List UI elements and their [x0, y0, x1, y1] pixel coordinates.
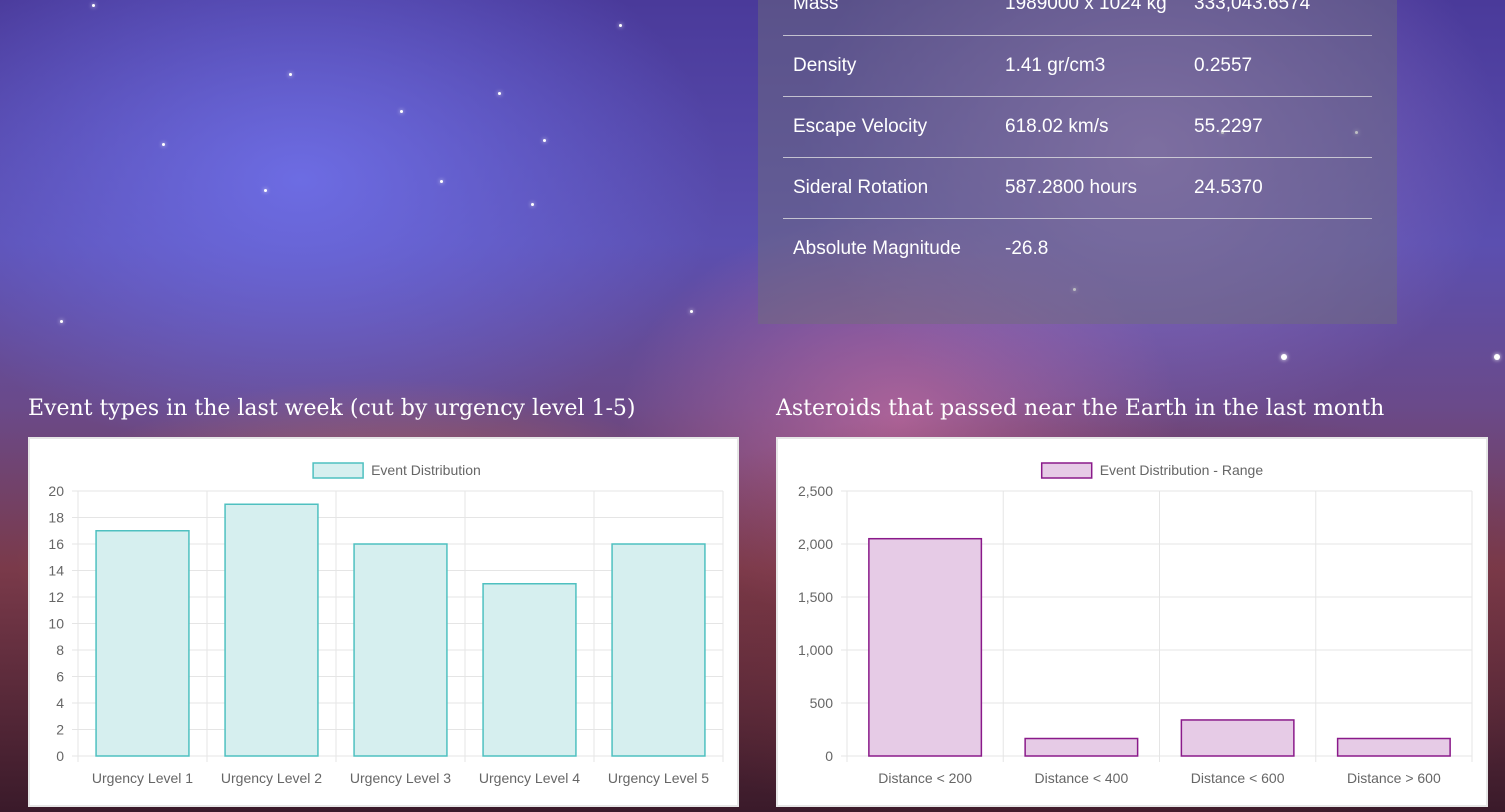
y-tick-label: 1,500	[798, 589, 833, 605]
asteroids-chart-title: Asteroids that passed near the Earth in …	[776, 396, 1385, 421]
y-tick-label: 16	[48, 536, 64, 552]
legend-label: Event Distribution	[371, 462, 481, 478]
bar	[868, 537, 983, 757]
info-property: Absolute Magnitude	[793, 237, 961, 259]
sun-info-panel: Mass 1989000 x 1024 kg 333,043.6574 Density…	[758, 0, 1397, 324]
bar	[224, 503, 319, 757]
legend-label: Event Distribution - Range	[1100, 462, 1264, 478]
info-relative	[1184, 218, 1372, 279]
x-tick-label: Distance < 400	[1034, 770, 1128, 786]
y-tick-label: 2	[56, 722, 64, 738]
info-value: 1989000 x 1024 kg	[995, 0, 1184, 36]
bar	[1336, 737, 1451, 757]
info-row: Density 1.41 gr/cm3 0.2557	[783, 35, 1372, 97]
bar	[611, 543, 706, 757]
x-tick-label: Distance > 600	[1347, 770, 1441, 786]
x-tick-label: Urgency Level 3	[350, 770, 451, 786]
y-tick-label: 18	[48, 510, 64, 526]
y-tick-label: 20	[48, 483, 64, 499]
y-tick-label: 10	[48, 616, 64, 632]
info-relative: 55.2297	[1184, 96, 1372, 158]
info-row: Mass 1989000 x 1024 kg 333,043.6574	[783, 0, 1372, 36]
bar	[1180, 719, 1295, 757]
events-chart-title: Event types in the last week (cut by urg…	[28, 396, 636, 421]
info-property: Escape Velocity	[783, 96, 995, 158]
info-property: Mass	[783, 0, 995, 36]
asteroids-chart: 0 500 1,000 1,500 2,000 2,500 Distance < 200 Di…	[776, 437, 1488, 807]
bar	[95, 530, 190, 757]
info-value: 618.02 km/s	[995, 96, 1184, 158]
sun-info-table: Mass 1989000 x 1024 kg 333,043.6574 Density…	[783, 0, 1372, 279]
info-relative: 24.5370	[1184, 157, 1372, 219]
y-tick-label: 0	[825, 748, 833, 764]
y-tick-label: 6	[56, 669, 64, 685]
bar	[1024, 737, 1139, 757]
info-row: Sideral Rotation 587.2800 hours 24.5370	[783, 157, 1372, 219]
info-property: Density	[783, 35, 995, 97]
x-tick-label: Urgency Level 1	[92, 770, 193, 786]
info-relative: 333,043.6574	[1184, 0, 1372, 36]
y-tick-label: 0	[56, 748, 64, 764]
info-property: Sideral Rotation	[783, 157, 995, 219]
y-tick-label: 8	[56, 642, 64, 658]
x-tick-label: Distance < 200	[878, 770, 972, 786]
x-tick-label: Urgency Level 4	[479, 770, 580, 786]
info-value: 1.41 gr/cm3	[995, 35, 1184, 97]
x-tick-label: Distance < 600	[1191, 770, 1285, 786]
bar	[482, 583, 577, 757]
y-tick-label: 2,500	[798, 483, 833, 499]
legend-swatch	[312, 462, 364, 479]
info-value: 587.2800 hours	[995, 157, 1184, 219]
y-tick-label: 2,000	[798, 536, 833, 552]
y-tick-label: 14	[48, 563, 64, 579]
info-value: -26.8	[1005, 237, 1049, 259]
y-tick-label: 500	[810, 695, 834, 711]
events-chart: 0 2 4 6 8 10 12 14 16 18 20 Urgency Level 1 Urgency …	[28, 437, 739, 807]
info-relative: 0.2557	[1184, 35, 1372, 97]
info-row: Absolute Magnitude -26.8	[783, 218, 1372, 279]
y-tick-label: 4	[56, 695, 64, 711]
x-tick-label: Urgency Level 2	[221, 770, 322, 786]
y-tick-label: 1,000	[798, 642, 833, 658]
y-tick-label: 12	[48, 589, 64, 605]
bar	[353, 543, 448, 757]
legend-swatch	[1040, 462, 1093, 479]
info-row: Escape Velocity 618.02 km/s 55.2297	[783, 96, 1372, 158]
x-tick-label: Urgency Level 5	[608, 770, 709, 786]
